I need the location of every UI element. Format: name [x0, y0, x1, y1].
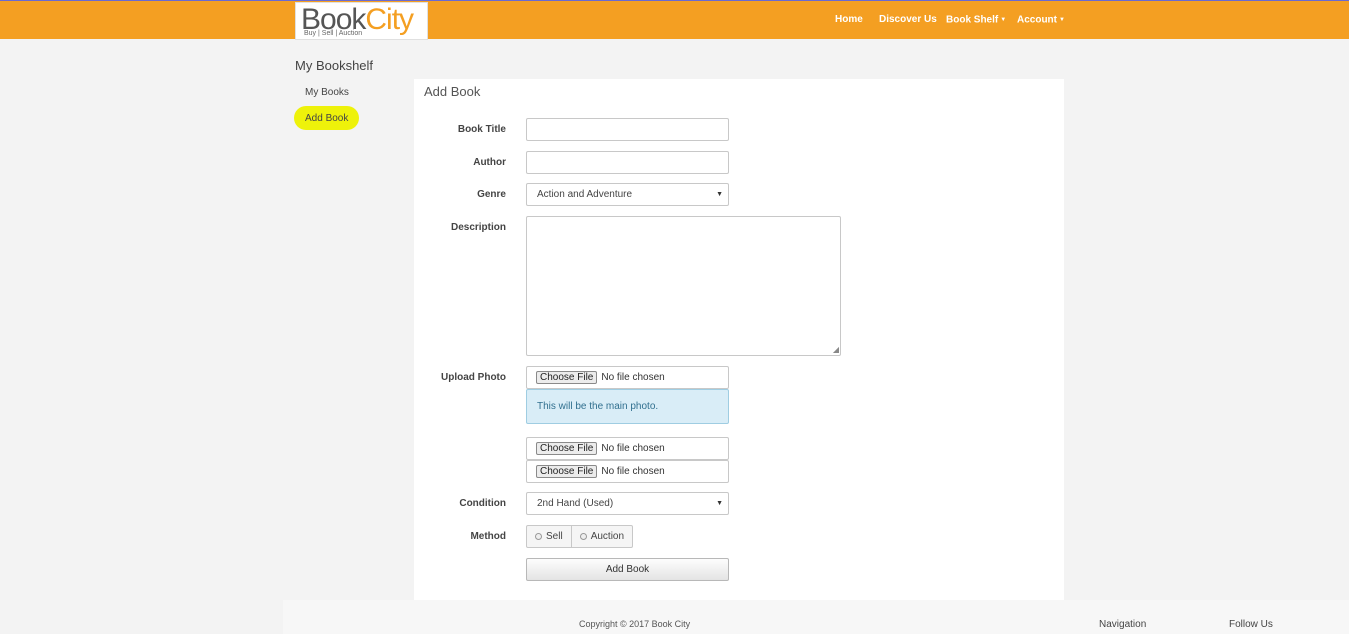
sidebar-item-my-books[interactable]: My Books: [305, 87, 349, 98]
choose-file-button[interactable]: Choose File: [536, 442, 598, 455]
condition-label: Condition: [459, 498, 506, 509]
footer: [283, 600, 1349, 634]
footer-navigation-heading: Navigation: [1099, 619, 1147, 630]
top-navbar: BookCity Buy | Sell | Auction Home Disco…: [0, 0, 1349, 40]
file-status: No file chosen: [601, 372, 665, 383]
method-auction-label: Auction: [590, 531, 625, 542]
condition-selected-value: 2nd Hand (Used): [537, 498, 614, 509]
file-status: No file chosen: [601, 443, 665, 454]
chevron-down-icon: ▼: [1000, 17, 1007, 23]
method-label: Method: [470, 531, 506, 542]
radio-icon: [535, 533, 542, 540]
author-input[interactable]: [526, 151, 729, 174]
main-photo-info-alert: This will be the main photo.: [526, 389, 729, 424]
footer-copyright: Copyright © 2017 Book City: [579, 619, 691, 629]
sidebar-title: My Bookshelf: [295, 58, 374, 73]
footer-follow-us-heading: Follow Us: [1229, 619, 1273, 630]
sidebar-item-add-book[interactable]: Add Book: [305, 113, 348, 124]
main-photo-file-input[interactable]: Choose File No file chosen: [526, 366, 729, 389]
author-label: Author: [473, 157, 506, 168]
choose-file-button[interactable]: Choose File: [536, 465, 598, 478]
method-sell-label: Sell: [546, 531, 563, 542]
dropdown-arrow-icon: ▼: [716, 500, 723, 507]
photo-3-file-input[interactable]: Choose File No file chosen: [526, 460, 729, 483]
choose-file-button[interactable]: Choose File: [536, 371, 598, 384]
chevron-down-icon: ▼: [1059, 17, 1065, 23]
nav-discover-us[interactable]: Discover Us: [879, 1, 937, 39]
genre-label: Genre: [477, 189, 506, 200]
nav-account[interactable]: Account ▼: [1017, 1, 1065, 40]
dropdown-arrow-icon: ▼: [716, 191, 723, 198]
book-title-input[interactable]: [526, 118, 729, 141]
nav-book-shelf[interactable]: Book Shelf ▼: [946, 1, 1006, 40]
photo-2-file-input[interactable]: Choose File No file chosen: [526, 437, 729, 460]
nav-book-shelf-label: Book Shelf: [946, 14, 999, 26]
file-status: No file chosen: [601, 466, 665, 477]
book-title-label: Book Title: [457, 124, 506, 135]
method-radio-group: Sell Auction: [526, 525, 634, 548]
genre-select[interactable]: Action and Adventure ▼: [526, 183, 729, 206]
logo-city-text: City: [365, 3, 414, 36]
panel-title: Add Book: [424, 84, 481, 99]
nav-home[interactable]: Home: [835, 1, 863, 39]
resize-grip-icon[interactable]: ◢: [833, 346, 839, 354]
condition-select[interactable]: 2nd Hand (Used) ▼: [526, 492, 729, 515]
radio-icon: [579, 533, 587, 540]
add-book-button[interactable]: Add Book: [526, 558, 729, 581]
genre-selected-value: Action and Adventure: [537, 189, 633, 200]
description-textarea[interactable]: ◢: [526, 216, 841, 356]
upload-photo-label: Upload Photo: [441, 372, 506, 383]
nav-account-label: Account: [1017, 14, 1057, 26]
method-auction-radio[interactable]: Auction: [570, 526, 632, 547]
method-sell-radio[interactable]: Sell: [527, 526, 571, 547]
site-logo[interactable]: BookCity Buy | Sell | Auction: [295, 2, 428, 40]
description-label: Description: [450, 222, 506, 233]
logo-tagline: Buy | Sell | Auction: [304, 30, 363, 37]
